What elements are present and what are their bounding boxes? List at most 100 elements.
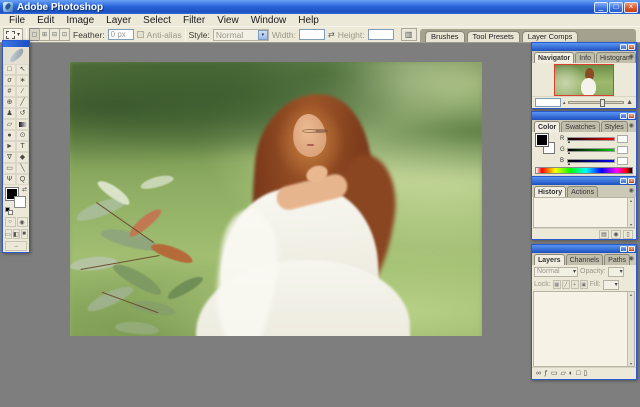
history-brush-tool[interactable]: ↺ xyxy=(16,108,29,119)
menu-file[interactable]: File xyxy=(3,14,31,27)
scroll-down-icon[interactable]: ▾ xyxy=(628,361,634,366)
new-adjustment-layer-icon[interactable]: ◐ xyxy=(569,369,573,378)
brush-tool[interactable]: ╱ xyxy=(16,97,29,108)
fullscreen-with-menubar-mode-icon[interactable]: ◧ xyxy=(13,229,20,239)
chevron-down-icon[interactable]: ▾ xyxy=(258,30,268,40)
red-slider[interactable]: ▲ xyxy=(567,137,615,141)
edit-quick-mask-mode-icon[interactable]: ◉ xyxy=(17,217,28,227)
layers-titlebar[interactable]: _ × xyxy=(532,245,636,253)
type-tool[interactable]: T xyxy=(16,141,29,152)
color-tab-styles[interactable]: Styles xyxy=(601,121,628,132)
layers-list[interactable]: ▴ ▾ xyxy=(533,291,635,367)
palette-menu-icon[interactable]: ◉ xyxy=(629,53,634,61)
zoom-tool[interactable]: Q xyxy=(16,174,29,185)
swap-colors-icon[interactable]: ⇄ xyxy=(22,186,27,193)
layers-scrollbar[interactable]: ▴ ▾ xyxy=(627,292,634,366)
healing-brush-tool[interactable]: ⊕ xyxy=(3,97,16,108)
pen-tool[interactable]: ∇ xyxy=(3,152,16,163)
menu-image[interactable]: Image xyxy=(60,14,100,27)
well-tab-layer-comps[interactable]: Layer Comps xyxy=(522,31,579,42)
minimize-icon[interactable]: _ xyxy=(620,246,627,252)
palette-menu-icon[interactable]: ◉ xyxy=(629,122,634,130)
slider-thumb-icon[interactable]: ▲ xyxy=(567,150,571,155)
menu-select[interactable]: Select xyxy=(137,14,177,27)
navigator-tab-info[interactable]: Info xyxy=(575,52,595,63)
history-titlebar[interactable]: _ × xyxy=(532,177,636,185)
layers-tab-layers[interactable]: Layers xyxy=(534,254,565,265)
jump-to-imageready-icon[interactable]: → xyxy=(5,241,27,251)
minimize-icon[interactable]: _ xyxy=(620,44,627,50)
fill-input[interactable]: ▾ xyxy=(603,280,619,290)
file-browser-icon[interactable]: ▥ xyxy=(401,28,417,41)
hand-tool[interactable]: Ψ xyxy=(3,174,16,185)
navigator-titlebar[interactable]: _ × xyxy=(532,43,636,51)
lock-paint-icon[interactable]: ╱ xyxy=(562,280,570,289)
scroll-down-icon[interactable]: ▾ xyxy=(628,222,634,227)
gradient-tool[interactable] xyxy=(16,119,29,130)
close-icon[interactable]: × xyxy=(628,178,635,184)
swap-width-height-icon[interactable]: ⇄ xyxy=(328,30,335,39)
tool-preset-dropdown-icon[interactable]: ▾ xyxy=(17,31,20,38)
fullscreen-mode-icon[interactable]: ■ xyxy=(21,229,28,239)
layers-tab-channels[interactable]: Channels xyxy=(566,254,604,265)
navigator-view-box[interactable] xyxy=(555,65,613,95)
new-document-from-state-icon[interactable]: ▤ xyxy=(599,230,609,239)
menu-layer[interactable]: Layer xyxy=(100,14,137,27)
standard-screen-mode-icon[interactable]: ▭ xyxy=(5,229,12,239)
lock-transparency-icon[interactable]: ▦ xyxy=(553,280,561,289)
opacity-input[interactable]: ▾ xyxy=(608,267,624,277)
lasso-tool[interactable]: σ xyxy=(3,75,16,86)
delete-layer-icon[interactable]: ▯ xyxy=(583,369,587,378)
rectangular-marquee-tool[interactable]: □ xyxy=(3,64,16,75)
anti-alias-checkbox[interactable] xyxy=(137,31,144,38)
new-layer-set-icon[interactable]: ▱ xyxy=(561,369,566,378)
close-icon[interactable]: × xyxy=(628,246,635,252)
foreground-color-swatch[interactable] xyxy=(536,134,548,146)
blue-value-input[interactable] xyxy=(617,157,628,165)
height-input[interactable] xyxy=(368,29,394,40)
green-value-input[interactable] xyxy=(617,146,628,154)
palette-menu-icon[interactable]: ◉ xyxy=(629,255,634,263)
default-colors-icon[interactable] xyxy=(5,207,14,215)
dodge-tool[interactable]: ⊙ xyxy=(16,130,29,141)
edit-standard-mode-icon[interactable]: ○ xyxy=(5,217,16,227)
zoom-out-icon[interactable]: ▴ xyxy=(563,100,566,106)
background-color-swatch[interactable] xyxy=(14,196,26,208)
menu-edit[interactable]: Edit xyxy=(31,14,60,27)
menu-filter[interactable]: Filter xyxy=(177,14,211,27)
history-state-list[interactable]: ▴ ▾ xyxy=(533,197,635,228)
green-slider[interactable]: ▲ xyxy=(567,148,615,152)
slider-thumb-icon[interactable]: ▲ xyxy=(567,139,571,144)
history-scrollbar[interactable]: ▴ ▾ xyxy=(627,198,634,227)
history-tab-history[interactable]: History xyxy=(534,186,566,197)
new-layer-icon[interactable]: □ xyxy=(576,369,580,378)
zoom-slider-thumb[interactable] xyxy=(600,99,605,107)
notes-tool[interactable]: ▭ xyxy=(3,163,16,174)
close-icon[interactable]: × xyxy=(628,44,635,50)
path-selection-tool[interactable]: ► xyxy=(3,141,16,152)
magic-wand-tool[interactable]: ∗ xyxy=(16,75,29,86)
scroll-up-icon[interactable]: ▴ xyxy=(628,292,634,297)
close-icon[interactable]: × xyxy=(628,113,635,119)
eyedropper-tool[interactable]: ╲ xyxy=(16,163,29,174)
color-tab-swatches[interactable]: Swatches xyxy=(561,121,599,132)
menu-view[interactable]: View xyxy=(211,14,245,27)
palette-menu-icon[interactable]: ◉ xyxy=(629,187,634,195)
window-titlebar[interactable]: Adobe Photoshop _ □ × xyxy=(0,0,640,14)
style-select[interactable]: Normal ▾ xyxy=(213,29,269,41)
history-tab-actions[interactable]: Actions xyxy=(567,186,598,197)
blend-mode-select[interactable]: Normal ▾ xyxy=(534,267,578,277)
feather-input[interactable]: 0 px xyxy=(108,29,134,40)
clone-stamp-tool[interactable]: ♟ xyxy=(3,108,16,119)
link-layers-icon[interactable]: ∞ xyxy=(536,369,541,378)
minimize-icon[interactable]: _ xyxy=(620,178,627,184)
crop-tool[interactable]: # xyxy=(3,86,16,97)
add-layer-mask-icon[interactable]: ▭ xyxy=(551,369,558,378)
well-tab-tool-presets[interactable]: Tool Presets xyxy=(467,31,520,42)
add-layer-style-icon[interactable]: ƒ xyxy=(544,369,548,378)
menu-window[interactable]: Window xyxy=(245,14,293,27)
lock-all-icon[interactable]: ▣ xyxy=(580,280,588,289)
move-tool[interactable]: ↖ xyxy=(16,64,29,75)
scroll-up-icon[interactable]: ▴ xyxy=(628,198,634,203)
navigator-tab-navigator[interactable]: Navigator xyxy=(534,52,574,63)
